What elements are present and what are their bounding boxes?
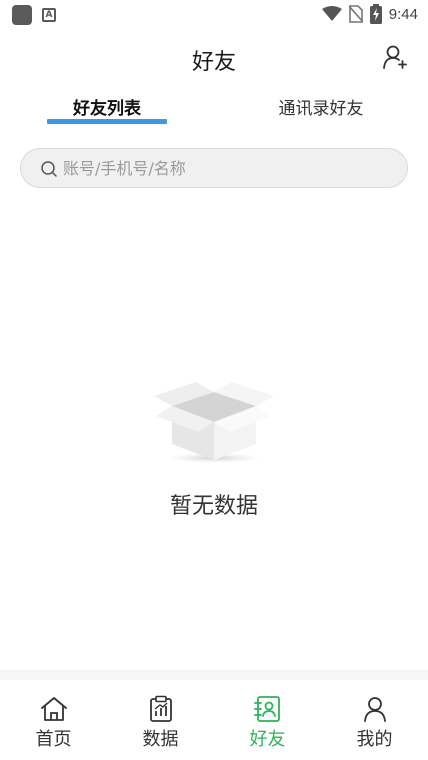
tab-friend-list[interactable]: 好友列表 bbox=[47, 94, 167, 119]
nav-item-home[interactable]: 首页 bbox=[0, 680, 107, 760]
add-user-icon[interactable] bbox=[382, 44, 408, 70]
nav-label-me: 我的 bbox=[356, 729, 393, 750]
a-notification-icon: A bbox=[42, 8, 56, 22]
empty-state-text: 暂无数据 bbox=[169, 494, 258, 519]
tab-active-indicator bbox=[47, 119, 167, 124]
status-bar: A 9:44 bbox=[0, 0, 428, 30]
home-icon bbox=[41, 697, 67, 721]
header: 好友 bbox=[0, 38, 428, 78]
status-bar-right: 9:44 bbox=[321, 4, 418, 24]
search-input[interactable] bbox=[63, 149, 393, 187]
tab-bar: 好友列表 通讯录好友 bbox=[0, 90, 428, 130]
battery-charging-icon bbox=[369, 4, 382, 24]
nav-item-me[interactable]: 我的 bbox=[321, 680, 428, 760]
square-notification-icon bbox=[12, 5, 32, 25]
nav-label-data: 数据 bbox=[142, 729, 179, 750]
nav-label-friends: 好友 bbox=[249, 729, 286, 750]
bottom-nav: 首页 数据 好友 我的 bbox=[0, 680, 428, 760]
nav-item-data[interactable]: 数据 bbox=[107, 680, 214, 760]
page-title: 好友 bbox=[191, 50, 236, 75]
user-icon bbox=[364, 697, 386, 722]
contacts-book-icon bbox=[254, 696, 280, 722]
search-bar[interactable] bbox=[20, 148, 408, 188]
wifi-icon bbox=[321, 6, 342, 21]
nav-item-friends[interactable]: 好友 bbox=[214, 680, 321, 760]
tab-contacts-friends[interactable]: 通讯录好友 bbox=[262, 94, 380, 119]
status-time: 9:44 bbox=[388, 5, 418, 23]
nav-label-home: 首页 bbox=[35, 729, 72, 750]
no-sim-icon bbox=[348, 5, 363, 23]
nav-divider bbox=[0, 670, 428, 680]
search-icon bbox=[41, 161, 57, 177]
status-bar-left: A bbox=[12, 5, 56, 25]
data-clipboard-icon bbox=[150, 695, 172, 722]
empty-box-icon bbox=[154, 382, 274, 463]
